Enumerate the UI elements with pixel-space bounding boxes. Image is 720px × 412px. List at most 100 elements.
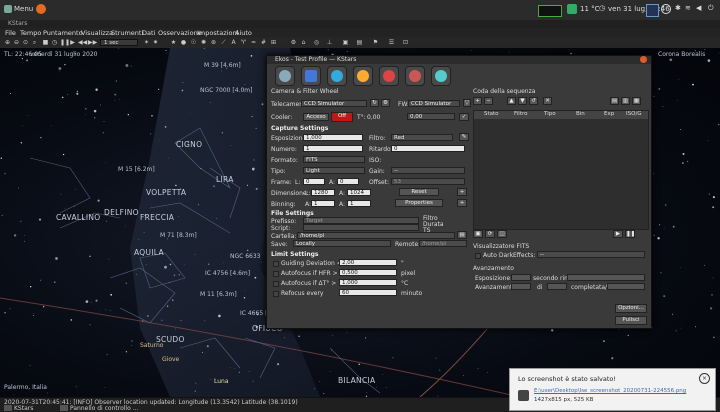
zoom-in-icon[interactable]: ⊕ [4,39,11,46]
equatorial-icon[interactable]: ✶ [143,39,150,46]
pause-icon[interactable]: ❚❚ [60,39,70,46]
menu-strumenti[interactable]: Strumenti [111,29,143,37]
observing-list-icon[interactable]: ☰ [388,39,395,46]
menu-tempo[interactable]: Tempo [20,29,41,37]
time-step-spinbox[interactable]: 1 sec [100,39,138,46]
menu-aiuto[interactable]: Aiuto [235,29,252,37]
guide-module-icon[interactable] [405,66,425,86]
cooler-off-button[interactable]: Off [331,112,353,122]
step-forward-icon[interactable]: ▶ [69,39,76,46]
constellation-art-icon[interactable]: ♈ [240,39,247,46]
camera-settings-icon[interactable]: ⚙ [381,99,390,107]
filter-settings-icon[interactable]: ▽ [463,99,471,107]
wifi-icon[interactable]: ≋ [685,4,691,12]
queue-down-icon[interactable]: ▼ [518,97,527,105]
supernova-toggle-icon[interactable]: ✺ [200,39,207,46]
scheduler-module-icon[interactable] [301,66,321,86]
tab-camera[interactable]: Camera & Filter Wheel [271,88,339,95]
af-hfr-input[interactable]: 0,500 [339,269,397,276]
queue-table[interactable]: Stato Filtro Tipo Bin Exp ISO/G [473,110,649,230]
filter-select[interactable]: Red [391,134,453,141]
filter-edit-icon[interactable]: ✎ [459,133,469,141]
sensor-fov-icon[interactable]: ▣ [342,39,349,46]
width-input[interactable]: 1280 [311,189,335,196]
save-select[interactable]: Locally [293,240,391,247]
count-input[interactable]: 1 [303,145,363,152]
guiding-input[interactable]: 2,00 [339,259,397,266]
flag-icon[interactable]: ⚑ [372,39,379,46]
reset-button[interactable]: Reset [399,188,439,196]
queue-reset-icon[interactable]: ↺ [529,97,538,105]
queue-save-icon[interactable]: ▥ [621,97,630,105]
directory-input[interactable]: /home/pi [297,232,455,239]
menu-osservazione[interactable]: Osservazione [158,29,202,37]
col-iso[interactable]: ISO/G [626,111,642,117]
camera-refresh-icon[interactable]: ↻ [370,99,379,107]
temp-setpoint[interactable]: 0,00 [407,113,455,120]
height-input[interactable]: 1024 [347,189,371,196]
constellation-names-icon[interactable]: A [230,39,237,46]
info-icon[interactable] [661,4,671,14]
menu-visualizza[interactable]: Visualizza [81,29,113,37]
stop-clock-icon[interactable]: ■ [42,39,49,46]
preview-icon[interactable]: ▣ [473,230,483,238]
queue-clear-icon[interactable]: ✕ [543,97,552,105]
queue-remove-icon[interactable]: − [484,97,493,105]
close-notification-icon[interactable]: × [699,373,710,384]
temp-apply-icon[interactable]: ✓ [459,113,469,121]
forward-icon[interactable]: ▶▶ [88,39,97,46]
filter-wheel-select[interactable]: CCD Simulator [408,100,460,107]
clock-icon-2[interactable]: ◷ [51,39,58,46]
constellation-lines-icon[interactable]: ⟋ [220,39,227,46]
close-icon[interactable] [640,56,647,63]
grid-eq-icon[interactable]: # [260,39,267,46]
queue-open-icon[interactable]: ▤ [610,97,619,105]
live-video-icon[interactable]: ◫ [497,230,507,238]
col-filtro[interactable]: Filtro [514,111,527,117]
lock-icon[interactable]: ⊡ [402,39,409,46]
col-tipo[interactable]: Tipo [544,111,556,117]
col-exp[interactable]: Exp [604,111,614,117]
taskbar-panel-icon[interactable] [60,405,68,411]
stars-toggle-icon[interactable]: ★ [170,39,177,46]
remote-input[interactable]: /home/pi [419,240,467,247]
queue-up-icon[interactable]: ▲ [507,97,516,105]
volume-icon[interactable]: ◀ [696,4,701,12]
bin-add-icon[interactable]: + [457,199,467,207]
find-icon[interactable]: ⌕ [31,39,38,46]
ekos-icon[interactable]: ⚙ [290,39,297,46]
menu-icon[interactable] [4,5,12,13]
telescope-icon[interactable]: ⊥ [326,39,333,46]
default-zoom-icon[interactable]: ⊙ [22,39,29,46]
focus-module-icon[interactable] [353,66,373,86]
col-bin[interactable]: Bin [576,111,585,117]
af-dt-input[interactable]: 1,000 [339,279,397,286]
queue-add-icon[interactable]: + [473,97,482,105]
menu-file[interactable]: File [5,29,16,37]
format-select[interactable]: FITS [303,156,365,163]
offset-input[interactable]: 53 [391,178,465,185]
capture-module-icon[interactable] [327,66,347,86]
exposure-input[interactable]: 1,000 [303,134,363,141]
vnc-icon[interactable] [646,4,659,17]
taskbar-kstars-icon[interactable] [4,405,12,411]
camera-select[interactable]: CCD Simulator [301,100,367,107]
options-button[interactable]: Opzioni... [615,304,647,313]
bin-x-input[interactable]: 1 [311,200,335,207]
satellites-toggle-icon[interactable]: ⊛ [210,39,217,46]
queue-save-as-icon[interactable]: ▦ [632,97,641,105]
gain-input[interactable]: -- [391,167,465,174]
screenshot-notification[interactable]: Lo screenshot è stato salvato! × E:\user… [509,368,716,411]
frame-x-input[interactable]: 0 [303,178,325,185]
bluetooth-icon[interactable]: ✱ [675,4,681,12]
ekos-titlebar[interactable]: Ekos - Test Profile — KStars [267,56,651,64]
indi-icon[interactable]: ⌂ [300,39,307,46]
deep-sky-toggle-icon[interactable]: ● [180,39,187,46]
zoom-out-icon[interactable]: ⊖ [13,39,20,46]
rewind-icon[interactable]: ◀◀ [78,39,87,46]
guiding-checkbox[interactable] [273,261,279,267]
horizontal-icon[interactable]: ✷ [152,39,159,46]
cooler-on-button[interactable]: Acceso [303,113,329,121]
menu-impostazioni[interactable]: Impostazioni [197,29,238,37]
prefix-input[interactable]: Target [303,217,419,224]
